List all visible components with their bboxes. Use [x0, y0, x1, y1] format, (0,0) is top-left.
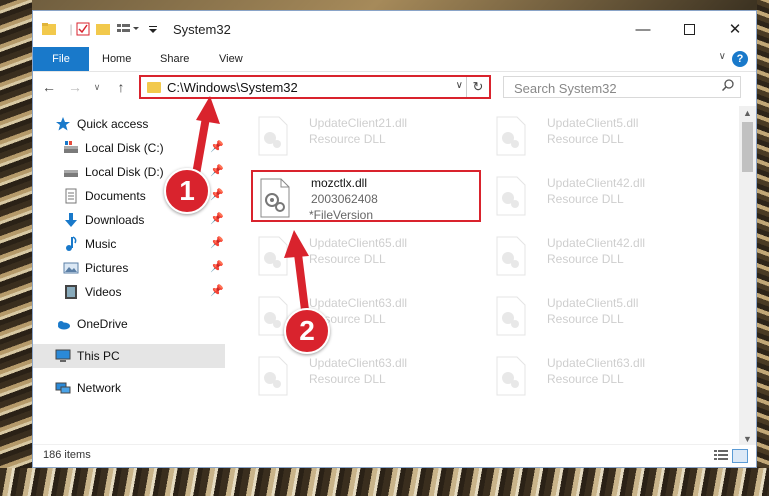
callout-1: 1 [164, 168, 210, 214]
arrow-1-head [196, 96, 220, 124]
annotation-arrows [191, 96, 310, 319]
callout-2: 2 [284, 308, 330, 354]
arrow-2-head [284, 230, 309, 258]
